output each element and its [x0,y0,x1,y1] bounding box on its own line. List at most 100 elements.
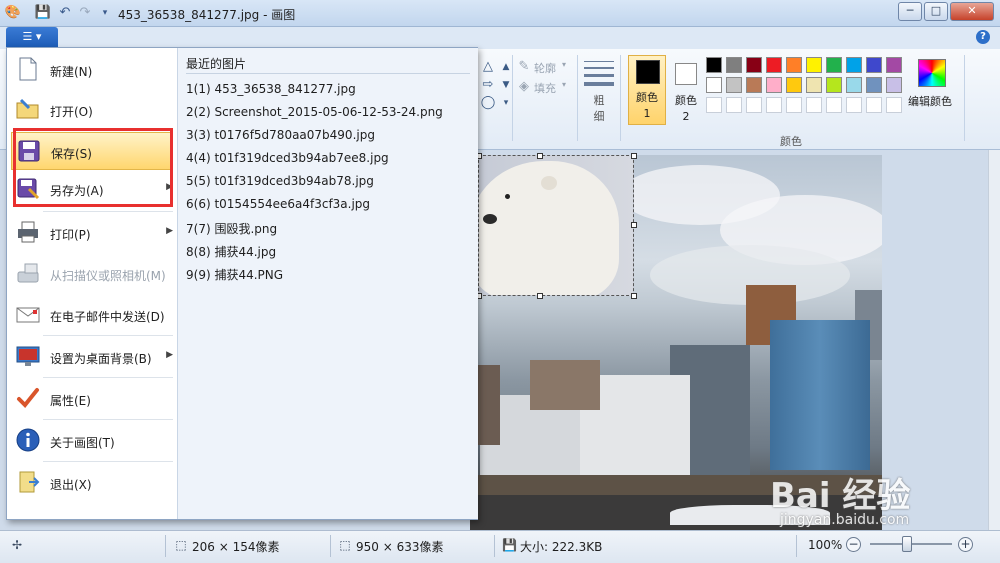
color-swatch[interactable] [826,97,842,113]
color-swatch[interactable] [886,97,902,113]
color2-button[interactable]: 颜色 2 [668,55,704,125]
save-quick-icon[interactable]: 💾 [34,4,52,22]
recent-item[interactable]: 4(4) t01f319dced3b94ab7ee8.jpg [186,151,389,165]
zoom-out-button[interactable]: − [846,537,861,552]
color-swatch[interactable] [826,77,842,93]
maximize-button[interactable]: □ [924,2,948,21]
color-swatch[interactable] [786,77,802,93]
size-label[interactable]: 粗细 [591,93,607,125]
recent-item[interactable]: 2(2) Screenshot_2015-05-06-12-53-24.png [186,105,443,119]
redo-icon[interactable]: ↷ [76,4,94,22]
triangle-shape-icon[interactable]: △ [480,59,496,75]
menu-label: 新建(N) [50,65,93,79]
color-swatch[interactable] [786,57,802,73]
color-swatch[interactable] [866,57,882,73]
selection-handle[interactable] [631,222,637,228]
desktop-background-icon [16,346,40,366]
menu-item-exit[interactable]: 退出(X) [11,464,173,502]
menu-label: 属性(E) [50,394,91,408]
paint-app-icon[interactable]: 🎨 [4,4,22,22]
selection-size-icon: ⬚ [175,538,187,552]
color-swatch[interactable] [706,57,722,73]
recent-item[interactable]: 5(5) t01f319dced3b94ab78.jpg [186,174,374,188]
image-size-icon: ⬚ [339,538,351,552]
recent-item[interactable]: 1(1) 453_36538_841277.jpg [186,82,356,96]
zoom-slider-thumb[interactable] [902,536,912,552]
recent-item[interactable]: 7(7) 围殴我.png [186,220,277,237]
app-menu-button[interactable]: ☰ ▾ [6,27,58,47]
menu-item-properties[interactable]: 属性(E) [11,380,173,418]
submenu-arrow-icon: ▶ [166,226,173,236]
close-button[interactable]: ✕ [950,2,994,21]
menu-label: 打印(P) [50,228,91,242]
outline-dropdown-icon[interactable]: ▾ [562,60,566,69]
ribbon-tab-row: ☰ ▾ ? [0,27,1000,49]
color-swatch[interactable] [866,97,882,113]
color-swatch[interactable] [706,97,722,113]
color-swatch[interactable] [846,97,862,113]
menu-item-desktop-background[interactable]: 设置为桌面背景(B) ▶ [11,338,173,376]
outline-label[interactable]: 轮廓 [534,60,556,76]
color-swatch[interactable] [806,57,822,73]
color-swatch[interactable] [766,97,782,113]
arrow-shape-icon[interactable]: ⇨ [480,77,496,93]
color-swatch[interactable] [726,57,742,73]
menu-item-print[interactable]: 打印(P) ▶ [11,214,173,252]
open-folder-icon [16,98,39,119]
undo-icon[interactable]: ↶ [56,4,74,22]
color1-label: 颜色 1 [636,91,658,120]
recent-item[interactable]: 3(3) t0176f5d780aa07b490.jpg [186,128,375,142]
menu-item-about[interactable]: 关于画图(T) [11,422,173,460]
fill-icon[interactable]: ◈ [516,79,532,95]
vertical-scrollbar[interactable] [988,150,1000,530]
menu-label: 关于画图(T) [50,436,115,450]
fill-dropdown-icon[interactable]: ▾ [562,80,566,89]
selection-handle[interactable] [631,153,637,159]
minimize-button[interactable]: ─ [898,2,922,21]
zoom-in-button[interactable]: + [958,537,973,552]
color-swatch[interactable] [766,77,782,93]
color-swatch[interactable] [806,77,822,93]
edit-colors-label[interactable]: 编辑颜色 [908,93,952,109]
customize-toolbar-icon[interactable]: ▾ [96,4,114,22]
color-swatch[interactable] [786,97,802,113]
color-swatch[interactable] [746,57,762,73]
color-swatch[interactable] [866,77,882,93]
recent-item[interactable]: 6(6) t0154554ee6a4f3cf3a.jpg [186,197,370,211]
fill-label[interactable]: 填充 [534,80,556,96]
recent-pictures-title: 最近的图片 [186,57,247,71]
color-swatch[interactable] [826,57,842,73]
menu-item-email[interactable]: 在电子邮件中发送(D) [11,296,173,334]
recent-item[interactable]: 8(8) 捕获44.jpg [186,243,276,260]
menu-item-open[interactable]: 打开(O) [11,91,173,129]
menu-item-new[interactable]: 新建(N) [11,51,173,89]
color-swatch[interactable] [846,77,862,93]
color-swatch[interactable] [706,77,722,93]
color-swatch[interactable] [846,57,862,73]
color-swatch[interactable] [746,77,762,93]
color-swatch[interactable] [806,97,822,113]
color-swatch[interactable] [886,77,902,93]
help-icon[interactable]: ? [976,30,990,44]
edit-colors-icon[interactable] [918,59,946,87]
outline-icon[interactable]: ✎ [516,59,532,75]
recent-item[interactable]: 9(9) 捕获44.PNG [186,266,283,283]
selection-region[interactable] [478,155,634,296]
line-size-icon[interactable] [584,59,614,89]
color-swatch[interactable] [886,57,902,73]
watermark: Bai 经验 jingyan.baidu.com [770,468,970,538]
color1-button[interactable]: 颜色 1 [628,55,666,125]
menu-label: 在电子邮件中发送(D) [50,310,165,324]
selection-handle[interactable] [631,293,637,299]
color-swatch[interactable] [746,97,762,113]
selection-handle[interactable] [537,293,543,299]
color-swatch[interactable] [726,77,742,93]
app-menu-panel: 新建(N) 打开(O) 保存(S) 另存为(A) ▶ 打印(P) ▶ 从扫描仪或… [6,47,478,520]
callout-shape-icon[interactable]: ◯ [480,95,496,111]
color-swatch[interactable] [766,57,782,73]
title-bar: 🎨 💾 ↶ ↷ ▾ 453_36538_841277.jpg - 画图 ─ □ … [0,0,1000,27]
watermark-logo: Bai 经验 [770,476,911,516]
scanner-icon [17,263,39,283]
selection-handle[interactable] [537,153,543,159]
color-swatch[interactable] [726,97,742,113]
